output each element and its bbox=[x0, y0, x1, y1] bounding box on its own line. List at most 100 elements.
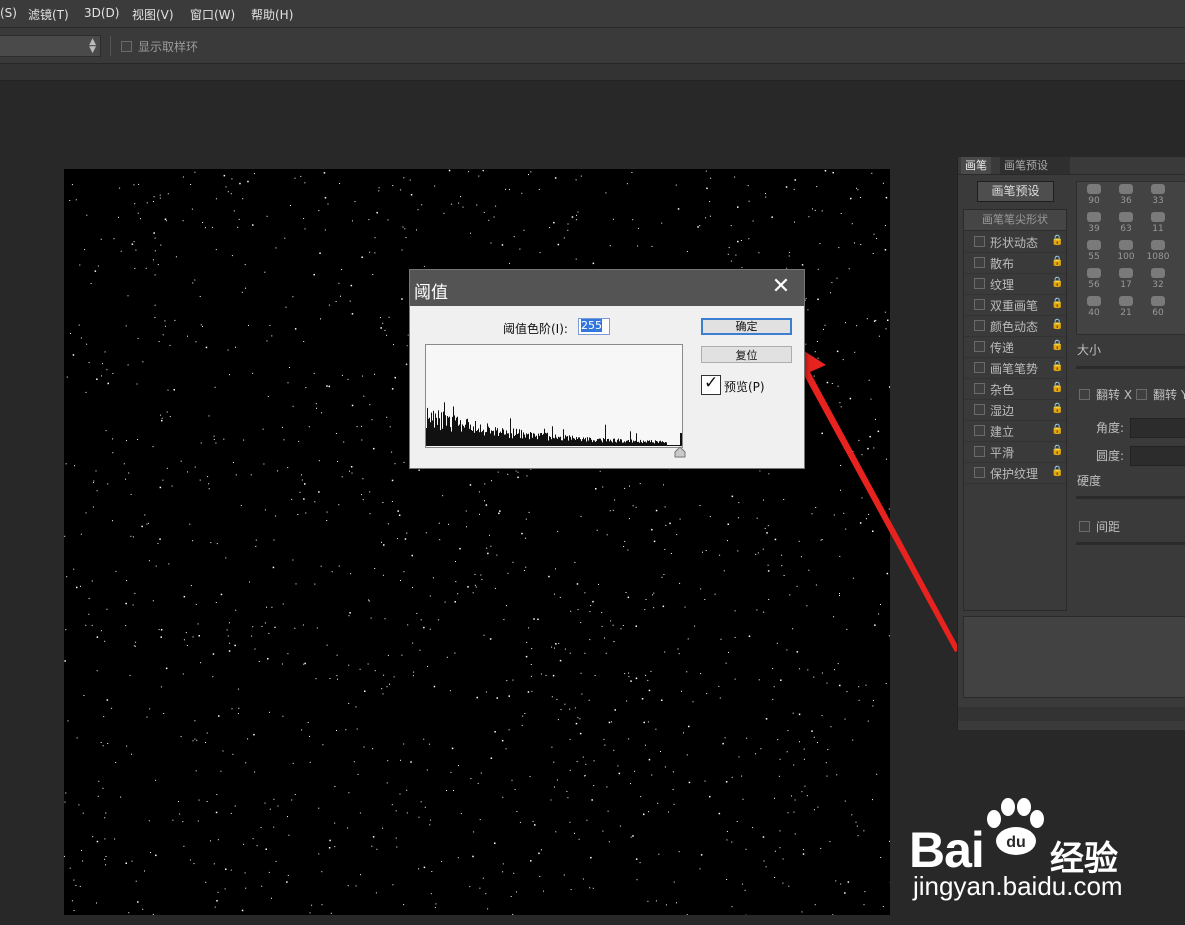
lock-icon[interactable]: 🔒 bbox=[1051, 361, 1063, 372]
show-sampling-ring-option[interactable]: 显示取样环 bbox=[121, 38, 198, 55]
spacing-slider[interactable] bbox=[1076, 542, 1185, 545]
preview-option[interactable]: ✓ 预览(P) bbox=[701, 373, 765, 395]
lock-icon[interactable]: 🔒 bbox=[1051, 277, 1063, 288]
threshold-level-input[interactable]: 255 bbox=[578, 318, 610, 335]
menu-item-window[interactable]: 窗口(W) bbox=[190, 6, 235, 23]
preview-checkbox[interactable]: ✓ bbox=[701, 373, 721, 395]
brush-option-checkbox[interactable] bbox=[974, 341, 985, 352]
brush-tip-thumbnail[interactable] bbox=[1119, 240, 1133, 250]
star-pixel bbox=[212, 653, 215, 655]
angle-input[interactable] bbox=[1130, 418, 1185, 438]
brush-option-checkbox[interactable] bbox=[974, 257, 985, 268]
lock-icon[interactable]: 🔒 bbox=[1051, 466, 1063, 477]
star-pixel bbox=[410, 761, 412, 763]
brush-tip-thumbnail[interactable] bbox=[1087, 268, 1101, 278]
menu-item-3d[interactable]: 3D(D) bbox=[84, 6, 119, 20]
brush-tip-thumbnail[interactable] bbox=[1119, 212, 1133, 222]
brush-tip-thumbnail[interactable] bbox=[1151, 212, 1165, 222]
sample-size-select[interactable]: ▲ ▼ bbox=[0, 35, 101, 57]
histogram-bar bbox=[542, 435, 543, 446]
brush-tip-thumbnail[interactable] bbox=[1087, 184, 1101, 194]
brush-option-checkbox[interactable] bbox=[974, 362, 985, 373]
tab-brush[interactable]: 画笔 bbox=[961, 157, 991, 174]
brush-option-checkbox[interactable] bbox=[974, 320, 985, 331]
brush-option-row[interactable]: 纹理 🔒 bbox=[964, 273, 1066, 295]
brush-tip-thumbnail[interactable] bbox=[1151, 240, 1165, 250]
brush-option-checkbox[interactable] bbox=[974, 383, 985, 394]
menu-item-help[interactable]: 帮助(H) bbox=[251, 6, 293, 23]
brush-option-checkbox[interactable] bbox=[974, 404, 985, 415]
star-pixel bbox=[396, 846, 398, 848]
star-pixel bbox=[341, 269, 343, 271]
brush-presets-button[interactable]: 画笔预设 bbox=[977, 181, 1054, 202]
brush-option-checkbox[interactable] bbox=[974, 467, 985, 478]
brush-tip-thumbnail[interactable] bbox=[1151, 296, 1165, 306]
brush-option-row[interactable]: 画笔笔势 🔒 bbox=[964, 357, 1066, 379]
brush-tip-thumbnail[interactable] bbox=[1119, 296, 1133, 306]
brush-tip-thumbnail[interactable] bbox=[1087, 240, 1101, 250]
lock-icon[interactable]: 🔒 bbox=[1051, 403, 1063, 414]
brush-option-row[interactable]: 形状动态 🔒 bbox=[964, 231, 1066, 253]
brush-tip-thumbnail[interactable] bbox=[1119, 184, 1133, 194]
reset-button[interactable]: 复位 bbox=[701, 346, 792, 363]
brush-option-checkbox[interactable] bbox=[974, 299, 985, 310]
spacing-checkbox[interactable] bbox=[1079, 521, 1090, 532]
menu-item-view[interactable]: 视图(V) bbox=[132, 6, 174, 23]
histogram-bar bbox=[446, 425, 447, 446]
brush-option-row[interactable]: 传递 🔒 bbox=[964, 336, 1066, 358]
flip-y-option[interactable]: 翻转 Y bbox=[1136, 386, 1185, 403]
flip-x-checkbox[interactable] bbox=[1079, 389, 1090, 400]
histogram-bar bbox=[567, 436, 568, 446]
flip-y-checkbox[interactable] bbox=[1136, 389, 1147, 400]
show-sampling-ring-checkbox[interactable] bbox=[121, 41, 132, 52]
histogram-bar bbox=[469, 428, 470, 446]
spacing-option[interactable]: 间距 bbox=[1079, 518, 1120, 535]
menu-item-filter[interactable]: 滤镜(T) bbox=[28, 6, 69, 23]
lock-icon[interactable]: 🔒 bbox=[1051, 445, 1063, 456]
roundness-input[interactable] bbox=[1130, 446, 1185, 466]
size-slider[interactable] bbox=[1076, 366, 1185, 369]
lock-icon[interactable]: 🔒 bbox=[1051, 382, 1063, 393]
lock-icon[interactable]: 🔒 bbox=[1051, 298, 1063, 309]
close-icon[interactable]: ✕ bbox=[758, 270, 804, 306]
star-pixel bbox=[148, 820, 150, 822]
ok-button[interactable]: 确定 bbox=[701, 318, 792, 335]
star-pixel bbox=[774, 797, 775, 799]
brush-tip-thumbnail[interactable] bbox=[1151, 184, 1165, 194]
brush-option-row[interactable]: 保护纹理 🔒 bbox=[964, 462, 1066, 484]
brush-tip-shape-header[interactable]: 画笔笔尖形状 bbox=[964, 210, 1066, 231]
tab-brush-presets[interactable]: 画笔预设 bbox=[1000, 157, 1070, 174]
brush-option-row[interactable]: 颜色动态 🔒 bbox=[964, 315, 1066, 337]
brush-tip-thumbnail[interactable] bbox=[1119, 268, 1133, 278]
star-pixel bbox=[574, 561, 576, 563]
brush-option-row[interactable]: 杂色 🔒 bbox=[964, 378, 1066, 400]
star-pixel bbox=[738, 756, 740, 758]
menu-item-select[interactable]: (S) bbox=[0, 6, 17, 20]
brush-tip-thumbnail[interactable] bbox=[1087, 296, 1101, 306]
brush-option-checkbox[interactable] bbox=[974, 446, 985, 457]
lock-icon[interactable]: 🔒 bbox=[1051, 424, 1063, 435]
star-pixel bbox=[783, 499, 785, 500]
star-pixel bbox=[324, 197, 327, 199]
brush-tip-thumbnail[interactable] bbox=[1087, 212, 1101, 222]
lock-icon[interactable]: 🔒 bbox=[1051, 340, 1063, 351]
brush-option-row[interactable]: 建立 🔒 bbox=[964, 420, 1066, 442]
dialog-title-bar[interactable]: 阈值 ✕ bbox=[410, 270, 804, 306]
brush-option-row[interactable]: 湿边 🔒 bbox=[964, 399, 1066, 421]
star-pixel bbox=[476, 696, 478, 699]
hardness-slider[interactable] bbox=[1076, 496, 1185, 499]
brush-option-row[interactable]: 散布 🔒 bbox=[964, 252, 1066, 274]
lock-icon[interactable]: 🔒 bbox=[1051, 256, 1063, 267]
brush-option-checkbox[interactable] bbox=[974, 236, 985, 247]
star-pixel bbox=[243, 439, 245, 441]
brush-option-checkbox[interactable] bbox=[974, 425, 985, 436]
brush-option-row[interactable]: 双重画笔 🔒 bbox=[964, 294, 1066, 316]
brush-option-checkbox[interactable] bbox=[974, 278, 985, 289]
brush-tip-thumbnail[interactable] bbox=[1151, 268, 1165, 278]
threshold-slider-handle[interactable] bbox=[672, 446, 688, 458]
brush-option-row[interactable]: 平滑 🔒 bbox=[964, 441, 1066, 463]
star-pixel bbox=[756, 609, 758, 611]
flip-x-option[interactable]: 翻转 X bbox=[1079, 386, 1132, 403]
lock-icon[interactable]: 🔒 bbox=[1051, 319, 1063, 330]
lock-icon[interactable]: 🔒 bbox=[1051, 235, 1063, 246]
